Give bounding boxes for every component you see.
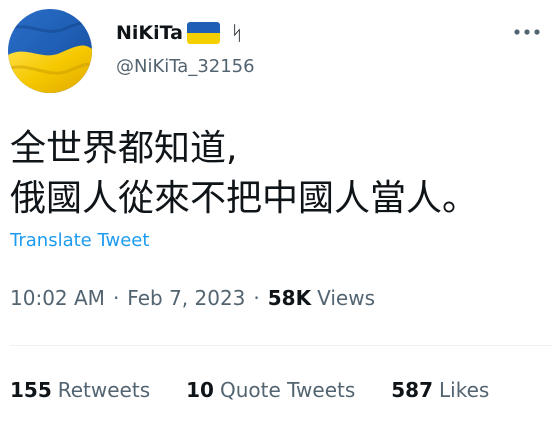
tweet-text-line-1: 全世界都知道, (10, 128, 238, 169)
divider (10, 345, 553, 346)
engagement-stats: 155 Retweets 10 Quote Tweets 587 Likes (10, 378, 489, 402)
quotes-count: 10 (186, 378, 214, 402)
meta-separator: · (253, 286, 260, 310)
author-handle[interactable]: @NiKiTa_32156 (116, 56, 255, 77)
rune-symbol: ᛋ (230, 21, 243, 45)
likes-stat[interactable]: 587 Likes (391, 378, 489, 402)
quotes-label: Quote Tweets (219, 378, 356, 402)
author-name[interactable]: NiKiTa ᛋ (116, 20, 243, 46)
retweets-count: 155 (10, 378, 52, 402)
tweet-meta: 10:02 AM · Feb 7, 2023 · 58K Views (10, 286, 375, 310)
retweets-stat[interactable]: 155 Retweets (10, 378, 150, 402)
ukraine-flag-avatar-icon (8, 9, 92, 93)
meta-separator: · (112, 286, 120, 310)
views-count: 58K (267, 286, 312, 310)
likes-label: Likes (439, 378, 490, 402)
more-options-button[interactable] (510, 18, 544, 46)
ukraine-flag-icon (186, 22, 220, 44)
more-horizontal-icon (514, 29, 540, 35)
display-name-text: NiKiTa (116, 22, 183, 44)
tweet-time[interactable]: 10:02 AM (10, 286, 105, 310)
tweet-text-line-2: 俄國人從來不把中國人當人。 (10, 178, 479, 219)
tweet-date[interactable]: Feb 7, 2023 (127, 286, 245, 310)
translate-tweet-link[interactable]: Translate Tweet (10, 230, 149, 251)
avatar[interactable] (8, 9, 92, 93)
likes-count: 587 (391, 378, 434, 402)
retweets-label: Retweets (57, 378, 151, 402)
views-label: Views (317, 286, 375, 310)
quote-tweets-stat[interactable]: 10 Quote Tweets (186, 378, 355, 402)
tweet-text: 全世界都知道, 俄國人從來不把中國人當人。 (10, 124, 545, 224)
